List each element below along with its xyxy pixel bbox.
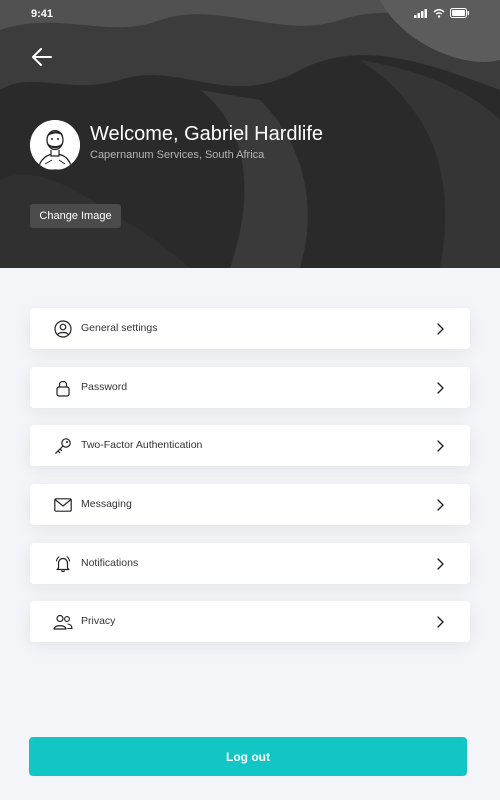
menu-item-messaging[interactable]: Messaging <box>30 484 470 525</box>
menu-item-label: Password <box>81 381 128 393</box>
wifi-icon <box>433 8 445 18</box>
profile-header: 9:41 Welcome, Gabriel Hardlife Capernanu… <box>0 0 500 268</box>
bell-icon <box>53 554 73 574</box>
chevron-right-icon <box>435 381 445 395</box>
chevron-right-icon <box>435 498 445 512</box>
menu-item-label: Privacy <box>81 615 116 627</box>
menu-item-label: Messaging <box>81 498 132 510</box>
arrow-left-icon <box>32 48 52 66</box>
logout-button[interactable]: Log out <box>29 737 467 776</box>
envelope-icon <box>53 495 73 515</box>
status-bar: 9:41 <box>0 0 500 28</box>
chevron-right-icon <box>435 439 445 453</box>
welcome-heading: Welcome, Gabriel Hardlife <box>90 123 324 145</box>
status-icons <box>414 8 470 18</box>
back-button[interactable] <box>29 44 55 70</box>
menu-item-label: Two-Factor Authentication <box>81 439 203 451</box>
battery-icon <box>450 8 469 18</box>
menu-item-two-factor[interactable]: Two-Factor Authentication <box>30 425 470 466</box>
key-icon <box>53 436 73 456</box>
menu-item-general-settings[interactable]: General settings <box>30 308 470 349</box>
menu-item-label: General settings <box>81 322 158 334</box>
menu-item-password[interactable]: Password <box>30 367 470 408</box>
chevron-right-icon <box>435 615 445 629</box>
avatar <box>30 120 80 170</box>
users-icon <box>53 612 73 632</box>
menu-item-privacy[interactable]: Privacy <box>30 601 470 642</box>
menu-item-label: Notifications <box>81 557 139 569</box>
change-image-button[interactable]: Change Image <box>30 204 121 228</box>
chevron-right-icon <box>435 322 445 336</box>
signal-icon <box>414 8 427 18</box>
chevron-right-icon <box>435 557 445 571</box>
menu-item-notifications[interactable]: Notifications <box>30 543 470 584</box>
status-time: 9:41 <box>31 8 54 20</box>
user-circle-icon <box>53 319 73 339</box>
lock-icon <box>53 378 73 398</box>
avatar-illustration <box>30 120 80 170</box>
company-location: Capernanum Services, South Africa <box>90 149 265 161</box>
